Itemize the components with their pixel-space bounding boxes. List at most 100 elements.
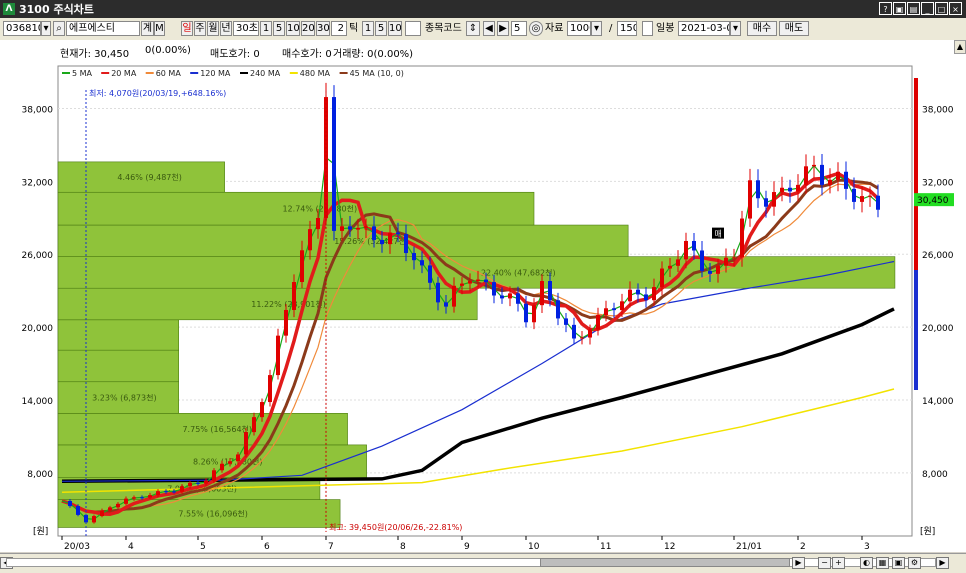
high-annotation: 최고: 39,450원(20/06/26,-22.81%) xyxy=(329,522,462,532)
candle-body xyxy=(748,180,752,219)
x-tick-label: 8 xyxy=(400,542,406,552)
candle-body xyxy=(404,234,408,254)
prev-icon[interactable]: ◀ xyxy=(483,21,495,36)
candle-body xyxy=(452,285,456,307)
zoom-in-icon[interactable]: + xyxy=(832,557,845,569)
stock-code-field[interactable]: 036810 xyxy=(3,21,41,36)
print-icon[interactable]: ▤ xyxy=(907,2,920,15)
candle-body xyxy=(660,268,664,288)
x-tick-label: 10 xyxy=(528,542,540,552)
swap-icon[interactable]: ⇕ xyxy=(466,21,480,36)
toolbar: 036810 ▾ ⌕ 에프에스티 계 M 일 주 월 년 30초 1 5 10 … xyxy=(0,18,966,41)
min-button-1[interactable]: 1 xyxy=(260,21,272,36)
min-button-10[interactable]: 10 xyxy=(286,21,300,36)
tick-button-5[interactable]: 5 xyxy=(375,21,387,36)
candle-body xyxy=(468,281,472,284)
candle-body xyxy=(396,232,400,235)
search-icon[interactable]: ⌕ xyxy=(53,21,65,36)
candle-body xyxy=(772,192,776,207)
candle-body xyxy=(668,265,672,269)
close-icon[interactable]: × xyxy=(949,2,962,15)
candle-body xyxy=(156,491,160,496)
zoom-out-icon[interactable]: − xyxy=(818,557,831,569)
min-button-20[interactable]: 20 xyxy=(301,21,315,36)
data-dropdown-button[interactable]: ▾ xyxy=(591,21,602,36)
candle-body xyxy=(92,516,96,523)
code-dropdown-button[interactable]: ▾ xyxy=(41,21,51,36)
min-button-5[interactable]: 5 xyxy=(273,21,285,36)
date-field[interactable]: 2021-03-09 xyxy=(678,21,730,36)
candle-body xyxy=(380,239,384,245)
candle-body xyxy=(844,171,848,189)
candle-body xyxy=(604,308,608,316)
candle-body xyxy=(268,375,272,403)
tick-button-10[interactable]: 10 xyxy=(388,21,402,36)
type-button[interactable]: 계 xyxy=(141,21,154,36)
maximize-icon[interactable]: □ xyxy=(935,2,948,15)
minute-field[interactable]: 30초 xyxy=(233,21,259,36)
tool-icon-3[interactable]: ▣ xyxy=(892,557,905,569)
buy-button[interactable]: 매수 xyxy=(747,21,777,36)
scroll-thumb[interactable] xyxy=(540,558,790,567)
candle-body xyxy=(756,180,760,199)
period-month-button[interactable]: 월 xyxy=(207,21,219,36)
candle-body xyxy=(316,217,320,230)
candle-body xyxy=(172,491,176,493)
tick-button-1[interactable]: 1 xyxy=(362,21,374,36)
legend-label: 240 MA xyxy=(250,69,281,78)
period-week-button[interactable]: 주 xyxy=(194,21,206,36)
bid-price: 매수호가: 0 xyxy=(282,49,332,60)
candle-body xyxy=(364,226,368,228)
date-dropdown-button[interactable]: ▾ xyxy=(730,21,741,36)
legend-label: 20 MA xyxy=(111,69,137,78)
tick-input[interactable] xyxy=(405,21,421,36)
y-tick-label-right: 8,000 xyxy=(922,470,948,480)
x-tick-label: 4 xyxy=(128,542,134,552)
y-tick-label-right: 26,000 xyxy=(922,251,954,261)
radio-icon[interactable]: ◎ xyxy=(529,21,543,36)
candle-body xyxy=(260,402,264,418)
candle-body xyxy=(596,315,600,330)
candle-body xyxy=(252,417,256,433)
stock-name-field[interactable]: 에프에스티 xyxy=(66,21,140,36)
help-icon[interactable]: ? xyxy=(879,2,892,15)
horizontal-scrollbar[interactable]: ◀ ▶ − + ◐ ▦ ▣ ⚙ ▶ xyxy=(0,553,966,573)
link-icon[interactable]: ▣ xyxy=(893,2,906,15)
scroll-up-icon[interactable]: ▲ xyxy=(954,40,966,54)
step-field[interactable]: 5 xyxy=(511,21,527,36)
candle-body xyxy=(636,289,640,295)
period-day-button[interactable]: 일 xyxy=(181,21,193,36)
sell-button[interactable]: 매도 xyxy=(779,21,809,36)
chart-area[interactable]: 7.55% (16,096천) 7.01% (15,003천) 8.26% (17,… xyxy=(0,62,966,552)
candle-body xyxy=(276,335,280,376)
candle-body xyxy=(420,260,424,266)
candle-body xyxy=(588,329,592,338)
tick-field[interactable]: 2 xyxy=(331,21,347,36)
candle-body xyxy=(412,253,416,261)
tool-icon-1[interactable]: ◐ xyxy=(860,557,873,569)
next-icon[interactable]: ▶ xyxy=(497,21,509,36)
period-year-button[interactable]: 년 xyxy=(220,21,232,36)
slash-label: / xyxy=(609,23,613,34)
candle-body xyxy=(444,302,448,307)
m-button[interactable]: M xyxy=(154,21,165,36)
stock-chart[interactable]: 7.55% (16,096천)7.01% (15,003천)8.26% (17,… xyxy=(0,62,966,552)
scroll-right-end-icon[interactable]: ▶ xyxy=(936,557,949,569)
candle-body xyxy=(620,301,624,311)
x-tick-label: 20/03 xyxy=(64,542,90,552)
minimize-icon[interactable]: _ xyxy=(921,2,934,15)
candle-body xyxy=(308,229,312,251)
candle-body xyxy=(76,506,80,515)
tool-icon-2[interactable]: ▦ xyxy=(876,557,889,569)
candle-body xyxy=(524,303,528,323)
daily-checkbox[interactable] xyxy=(642,21,653,36)
candle-body xyxy=(540,281,544,306)
min-button-30[interactable]: 30 xyxy=(316,21,330,36)
candle-body xyxy=(428,265,432,283)
scroll-right-icon[interactable]: ▶ xyxy=(792,557,805,569)
data-label: 자료 xyxy=(545,23,564,34)
data-count-field[interactable]: 1000 xyxy=(567,21,591,36)
tool-icon-4[interactable]: ⚙ xyxy=(908,557,921,569)
page-field[interactable]: 150 xyxy=(617,21,637,36)
unit-label-left: [원] xyxy=(33,526,48,537)
